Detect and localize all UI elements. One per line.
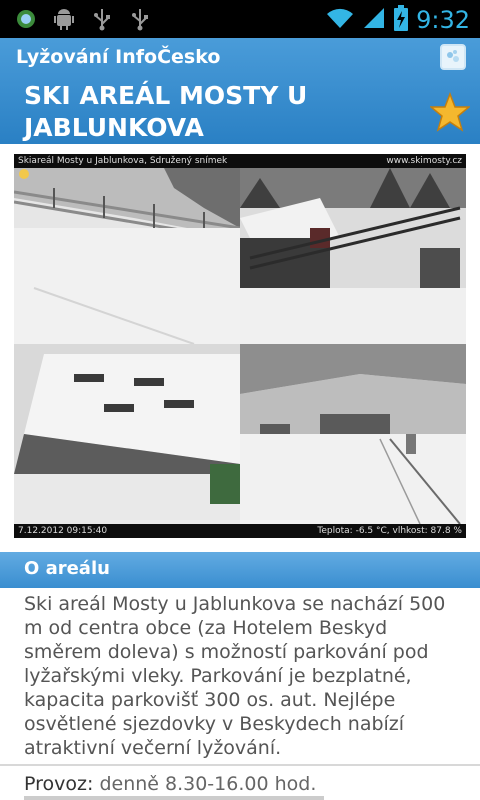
webcam-panel-2 (240, 168, 466, 344)
system-indicators: 9:32 (326, 5, 470, 35)
webcam-panel-4 (240, 344, 466, 524)
section-title: O areálu (24, 558, 110, 579)
usb-icon (90, 6, 114, 32)
webcam-panel-3 (14, 344, 240, 524)
divider (0, 764, 480, 766)
app-notification-icon (14, 6, 38, 32)
wifi-icon (326, 6, 354, 34)
webcam-image[interactable]: Skiareál Mosty u Jablunkova, Sdružený sn… (14, 154, 466, 538)
next-line-cutoff (24, 796, 324, 800)
webcam-footer: 7.12.2012 09:15:40 Teplota: -6.5 °C, vlh… (14, 524, 466, 538)
clock: 9:32 (416, 6, 470, 34)
opening-hours: Provoz: denně 8.30-16.00 hod. (24, 770, 464, 798)
notification-icons (14, 6, 152, 32)
webcam-panel-1 (14, 168, 240, 344)
star-icon[interactable] (428, 91, 472, 132)
signal-icon (362, 6, 386, 34)
battery-charging-icon (394, 5, 409, 35)
section-header-about: O areálu (0, 552, 480, 588)
webcam-caption-right: www.skimosty.cz (386, 156, 462, 166)
opening-hours-value: denně 8.30-16.00 hod. (99, 773, 317, 795)
webcam-timestamp: 7.12.2012 09:15:40 (18, 526, 108, 536)
app-bar: Lyžování InfoČesko SKI AREÁL MOSTY U JAB… (0, 38, 480, 144)
about-description: Ski areál Mosty u Jablunkova se nachází … (24, 593, 446, 759)
app-title: Lyžování InfoČesko (16, 46, 221, 68)
webcam-caption-left: Skiareál Mosty u Jablunkova, Sdružený sn… (18, 156, 228, 166)
app-logo-icon[interactable] (440, 44, 466, 70)
usb-icon (128, 6, 152, 32)
opening-hours-label: Provoz: (24, 773, 94, 795)
page-title: SKI AREÁL MOSTY U JABLUNKOVA (24, 81, 308, 142)
android-debug-icon (52, 6, 76, 32)
webcam-caption: Skiareál Mosty u Jablunkova, Sdružený sn… (14, 154, 466, 168)
status-bar: 9:32 (0, 0, 480, 38)
webcam-weather: Teplota: -6.5 °C, vlhkost: 87.8 % (317, 526, 462, 536)
